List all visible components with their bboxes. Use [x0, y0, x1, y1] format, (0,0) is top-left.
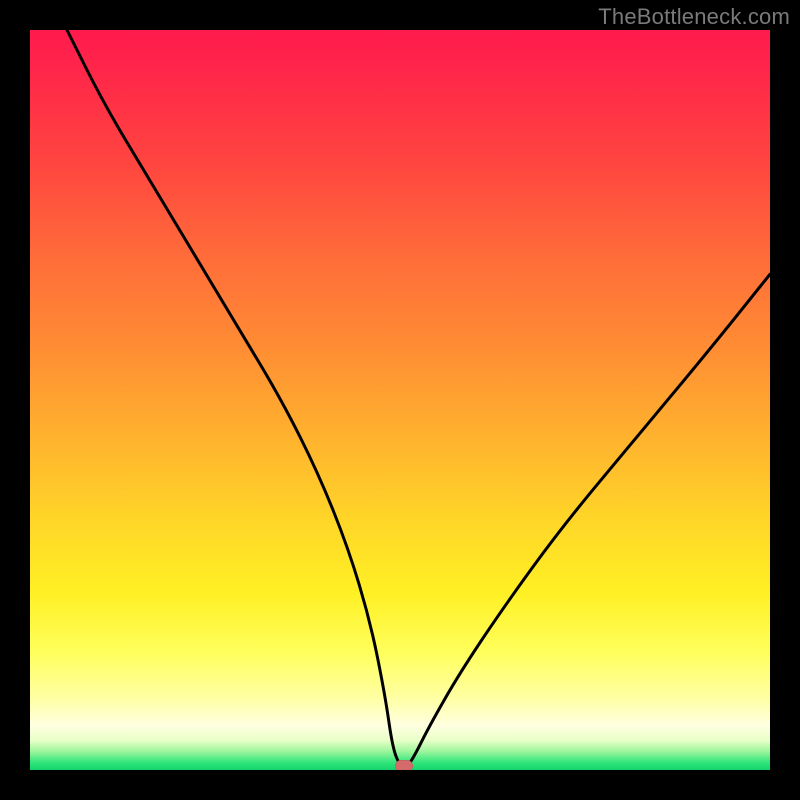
- plot-area: [30, 30, 770, 770]
- bottleneck-curve: [30, 30, 770, 770]
- chart-frame: TheBottleneck.com: [0, 0, 800, 800]
- watermark-text: TheBottleneck.com: [598, 4, 790, 30]
- minimum-marker-icon: [395, 760, 413, 770]
